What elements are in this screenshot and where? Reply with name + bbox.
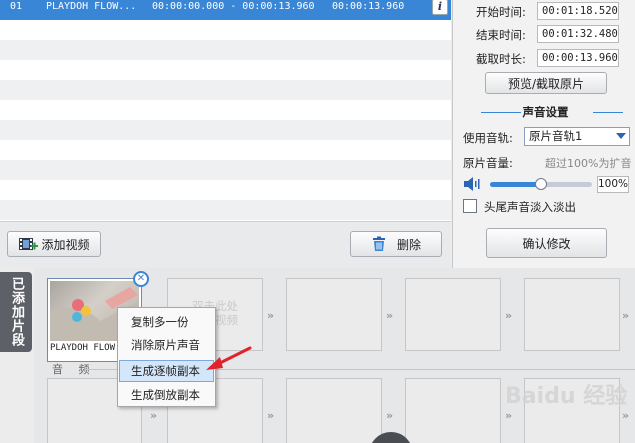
video-list[interactable]: 01 PLAYDOH FLOW... 00:00:00.000 - 00:00:… bbox=[0, 0, 451, 221]
delete-label: 删除 bbox=[396, 237, 421, 252]
audio-track-value: 原片音轨1 bbox=[529, 129, 583, 143]
menu-item-frame-copy[interactable]: 生成逐帧副本 bbox=[119, 360, 214, 382]
menu-item-reverse-copy[interactable]: 生成倒放副本 bbox=[119, 384, 214, 406]
volume-slider-fill bbox=[490, 182, 541, 187]
empty-row bbox=[0, 200, 451, 220]
preview-clip-button[interactable]: 预览/截取原片 bbox=[485, 72, 607, 94]
empty-row bbox=[0, 120, 451, 140]
start-time-label: 开始时间: bbox=[476, 5, 526, 19]
add-video-label: 添加视频 bbox=[41, 237, 90, 252]
video-row-selected[interactable]: 01 PLAYDOH FLOW... 00:00:00.000 - 00:00:… bbox=[0, 0, 451, 20]
chevron-right-icon: » bbox=[505, 309, 512, 322]
audio-track-label: 使用音轨: bbox=[463, 131, 513, 145]
chevron-right-icon: » bbox=[386, 409, 393, 422]
watermark: Baidu 经验 bbox=[505, 384, 628, 409]
chevron-right-icon: » bbox=[267, 409, 274, 422]
chevron-right-icon: » bbox=[386, 309, 393, 322]
start-time-field[interactable]: 00:01:18.520 bbox=[537, 2, 619, 20]
volume-hint: 超过100%为扩音 bbox=[545, 157, 632, 170]
empty-row bbox=[0, 140, 451, 160]
row-index: 01 bbox=[10, 1, 23, 12]
add-video-button[interactable]: 添加视频 bbox=[7, 231, 101, 257]
row-range: 00:00:00.000 - 00:00:13.960 bbox=[152, 1, 315, 12]
empty-clip-slot[interactable] bbox=[524, 278, 620, 351]
volume-slider-knob[interactable] bbox=[535, 178, 547, 190]
audio-slot[interactable] bbox=[405, 378, 501, 443]
empty-row bbox=[0, 100, 451, 120]
confirm-button[interactable]: 确认修改 bbox=[486, 228, 607, 258]
fade-checkbox[interactable] bbox=[463, 199, 477, 213]
end-time-field[interactable]: 00:01:32.480 bbox=[537, 25, 619, 43]
empty-row bbox=[0, 60, 451, 80]
empty-clip-slot[interactable] bbox=[405, 278, 501, 351]
empty-row bbox=[0, 180, 451, 200]
clip-settings-panel: 开始时间: 00:01:18.520 结束时间: 00:01:32.480 截取… bbox=[452, 0, 635, 268]
film-add-icon bbox=[19, 238, 39, 250]
audio-slot[interactable] bbox=[286, 378, 382, 443]
volume-slider[interactable] bbox=[490, 178, 592, 190]
menu-item-mute[interactable]: 消除原片声音 bbox=[119, 334, 214, 356]
empty-row bbox=[0, 80, 451, 100]
volume-label: 原片音量: bbox=[463, 156, 513, 170]
list-toolbar: 添加视频 删除 bbox=[0, 221, 451, 268]
clip-context-menu: 复制多一份 消除原片声音 生成逐帧副本 生成倒放副本 bbox=[117, 307, 216, 407]
audio-settings-header: 声音设置 bbox=[463, 104, 628, 120]
chevron-right-icon: » bbox=[622, 309, 629, 322]
delete-button[interactable]: 删除 bbox=[350, 231, 442, 257]
info-icon[interactable]: i bbox=[432, 0, 448, 15]
confirm-label: 确认修改 bbox=[522, 236, 571, 251]
added-clips-tab[interactable]: 已添加片段 bbox=[0, 272, 32, 352]
menu-item-duplicate[interactable]: 复制多一份 bbox=[119, 311, 214, 333]
empty-row bbox=[0, 40, 451, 60]
speaker-icon[interactable] bbox=[463, 177, 481, 191]
end-time-label: 结束时间: bbox=[476, 28, 526, 42]
empty-row bbox=[0, 20, 451, 40]
volume-value-field[interactable]: 100% bbox=[597, 176, 629, 193]
chevron-right-icon: » bbox=[267, 309, 274, 322]
preview-clip-label: 预览/截取原片 bbox=[507, 76, 585, 91]
divider bbox=[593, 112, 623, 113]
empty-clip-slot[interactable] bbox=[286, 278, 382, 351]
annotation-arrow bbox=[206, 346, 252, 370]
chevron-down-icon bbox=[616, 133, 626, 139]
audio-track-select[interactable]: 原片音轨1 bbox=[524, 127, 630, 146]
fade-label: 头尾声音淡入淡出 bbox=[484, 200, 576, 214]
trash-icon bbox=[372, 236, 385, 251]
duration-field[interactable]: 00:00:13.960 bbox=[537, 49, 619, 67]
empty-row bbox=[0, 160, 451, 180]
row-duration: 00:00:13.960 bbox=[332, 1, 405, 12]
row-name: PLAYDOH FLOW... bbox=[46, 1, 137, 12]
chevron-right-icon: » bbox=[150, 409, 157, 422]
duration-label: 截取时长: bbox=[476, 52, 526, 66]
remove-clip-icon[interactable]: ✕ bbox=[133, 271, 149, 287]
